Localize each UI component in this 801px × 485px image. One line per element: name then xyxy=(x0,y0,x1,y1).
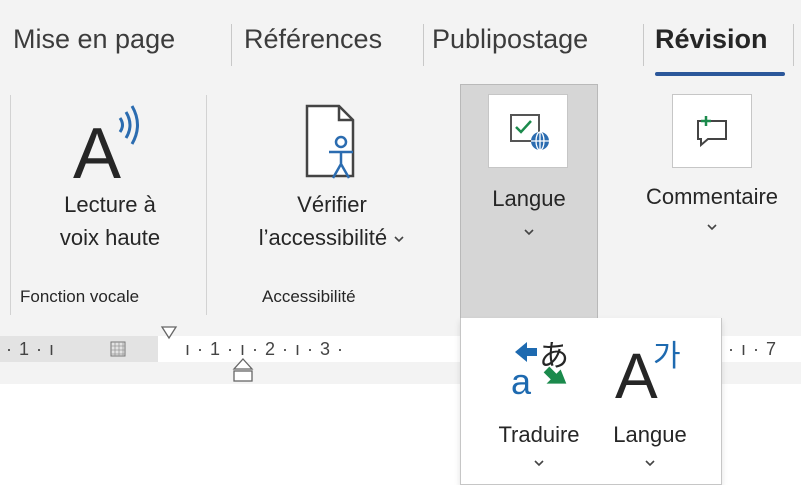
language-icon xyxy=(510,114,549,151)
comment-label: Commentaire xyxy=(645,184,779,209)
group-separator xyxy=(206,95,207,315)
tab-separator xyxy=(643,24,644,66)
tab-selector-icon[interactable] xyxy=(110,341,126,357)
tab-layout[interactable]: Mise en page xyxy=(13,24,175,55)
comment-button[interactable]: Commentaire xyxy=(612,94,801,233)
chevron-down-icon xyxy=(534,460,544,467)
svg-text:A: A xyxy=(615,340,658,402)
svg-text:가: 가 xyxy=(653,339,681,374)
language-submenu-button[interactable]: A 가 Langue xyxy=(598,330,702,469)
translate-icon: a あ xyxy=(511,339,569,402)
new-comment-icon xyxy=(697,116,727,148)
group-label-voice: Fonction vocale xyxy=(20,287,140,306)
read-aloud-icon: A xyxy=(73,105,139,188)
read-aloud-label-2: voix haute xyxy=(59,225,161,250)
svg-text:A: A xyxy=(73,114,121,188)
accessibility-checker-icon xyxy=(305,104,355,179)
language-icon-box xyxy=(488,94,568,168)
translate-button[interactable]: a あ Traduire xyxy=(478,330,600,469)
read-aloud-label-1: Lecture à xyxy=(64,192,156,217)
svg-text:あ: あ xyxy=(539,339,569,374)
tab-separator xyxy=(231,24,232,66)
group-label-accessibility: Accessibilité xyxy=(262,287,356,306)
hanging-indent-marker-icon[interactable] xyxy=(232,358,254,384)
tab-references[interactable]: Références xyxy=(244,24,382,55)
tab-review[interactable]: Révision xyxy=(655,24,768,55)
ruler-left-marks: · 1 · ı xyxy=(6,339,56,359)
active-tab-indicator xyxy=(655,72,785,76)
ruler-right-marks: · ı · 7 xyxy=(728,339,778,359)
chevron-down-icon xyxy=(645,460,655,467)
svg-text:a: a xyxy=(511,361,532,402)
language-submenu-label: Langue xyxy=(613,422,687,447)
check-accessibility-button[interactable]: Vérifier l’accessibilité xyxy=(222,100,442,254)
tab-separator xyxy=(793,24,794,66)
tab-separator xyxy=(423,24,424,66)
check-accessibility-label-text: l’accessibilité xyxy=(258,225,388,250)
chevron-down-icon xyxy=(707,224,717,231)
group-separator xyxy=(10,95,11,315)
comment-icon-box xyxy=(672,94,752,168)
first-line-indent-marker-icon[interactable] xyxy=(160,326,178,340)
translate-label: Traduire xyxy=(498,422,580,447)
chevron-down-icon xyxy=(524,229,534,236)
ruler-center-marks: ı · 1 · ı · 2 · ı · 3 · xyxy=(185,339,345,359)
tab-mailings[interactable]: Publipostage xyxy=(432,24,588,55)
read-aloud-button[interactable]: A Lecture à voix haute xyxy=(28,100,192,254)
check-accessibility-label-2: l’accessibilité xyxy=(259,221,406,254)
check-accessibility-label-1: Vérifier xyxy=(297,192,367,217)
language-label: Langue xyxy=(492,186,566,211)
chevron-down-icon xyxy=(394,236,404,243)
language-glyph-icon: A 가 xyxy=(615,339,681,402)
